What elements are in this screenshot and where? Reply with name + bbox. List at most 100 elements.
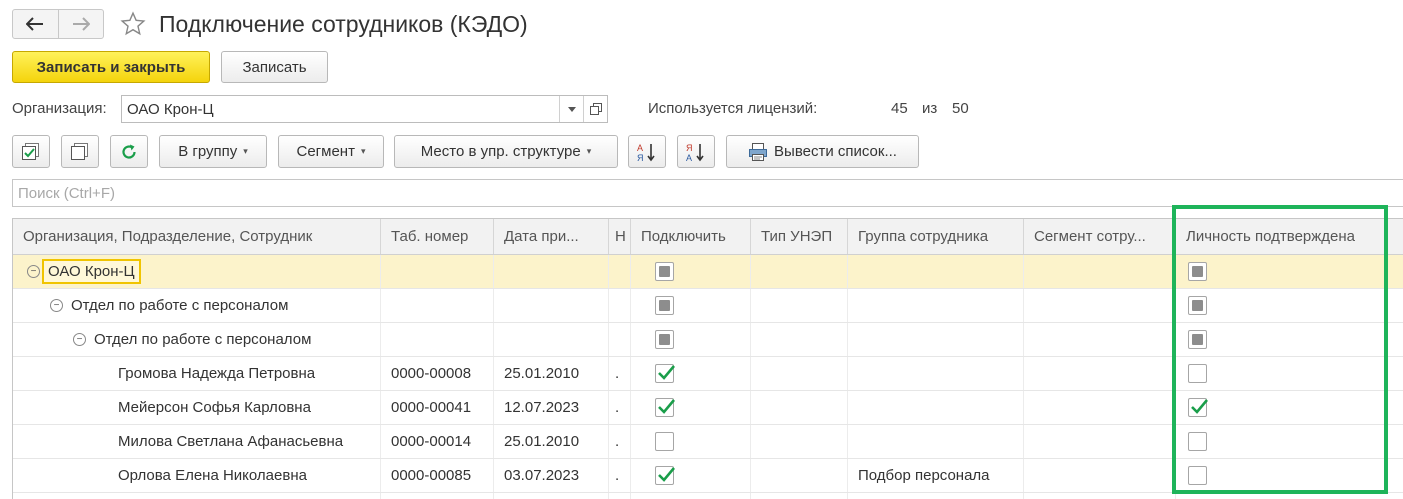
- n-cell: [609, 255, 631, 288]
- empty-cell: [751, 493, 848, 499]
- chevron-down-icon: ▾: [586, 146, 592, 156]
- column-header-segment[interactable]: Сегмент сотру...: [1024, 219, 1176, 254]
- organization-field[interactable]: ОАО Крон-Ц: [121, 95, 608, 123]
- identity-checkbox[interactable]: [1188, 330, 1207, 349]
- identity-cell: [1176, 357, 1403, 390]
- empty-cell: [848, 493, 1024, 499]
- column-header-name[interactable]: Организация, Подразделение, Сотрудник: [13, 219, 381, 254]
- signature-type-cell: [751, 323, 848, 356]
- checkmark-icon: [658, 467, 675, 482]
- segment-cell: [1024, 255, 1176, 288]
- table-row[interactable]: Громова Надежда Петровна 0000-00008 25.0…: [13, 357, 1403, 391]
- back-button[interactable]: [13, 10, 58, 38]
- identity-checkbox[interactable]: [1188, 262, 1207, 281]
- connect-checkbox[interactable]: [655, 364, 675, 383]
- group-cell: [848, 255, 1024, 288]
- chevron-down-icon: ▾: [360, 146, 366, 156]
- open-button[interactable]: [583, 96, 607, 122]
- identity-checkbox[interactable]: [1188, 466, 1207, 485]
- table-row[interactable]: Милова Светлана Афанасьевна 0000-00014 2…: [13, 425, 1403, 459]
- date-cell: 03.07.2023: [494, 459, 609, 492]
- empty-cell: [631, 493, 751, 499]
- dropdown-button[interactable]: [559, 96, 583, 122]
- arrow-right-icon: [72, 17, 90, 31]
- date-cell: [494, 323, 609, 356]
- column-header-tab-number[interactable]: Таб. номер: [381, 219, 494, 254]
- identity-checkbox[interactable]: [1188, 432, 1207, 451]
- connect-cell: [631, 425, 751, 458]
- licenses-label: Используется лицензий:: [648, 100, 818, 117]
- identity-checkbox[interactable]: [1188, 398, 1208, 417]
- organization-label: Организация:: [12, 100, 107, 117]
- check-all-button[interactable]: [12, 135, 50, 168]
- forward-button[interactable]: [57, 10, 104, 38]
- column-header-connect[interactable]: Подключить: [631, 219, 751, 254]
- column-header-employee-group[interactable]: Группа сотрудника: [848, 219, 1024, 254]
- column-header-signature-type[interactable]: Тип УНЭП: [751, 219, 848, 254]
- signature-type-cell: [751, 357, 848, 390]
- collapse-icon[interactable]: −: [27, 265, 40, 278]
- date-cell: 25.01.2010: [494, 425, 609, 458]
- sort-ascending-button[interactable]: АЯ: [628, 135, 666, 168]
- table-row[interactable]: − Отдел по работе с персоналом: [13, 289, 1403, 323]
- save-button[interactable]: Записать: [221, 51, 328, 83]
- group-cell: [848, 357, 1024, 390]
- print-list-button[interactable]: Вывести список...: [726, 135, 919, 168]
- uncheck-all-icon: [71, 142, 88, 160]
- connect-cell: [631, 289, 751, 322]
- identity-checkbox[interactable]: [1188, 364, 1207, 383]
- column-header-identity-confirmed[interactable]: Личность подтверждена: [1176, 219, 1403, 254]
- segment-label: Сегмент: [296, 143, 355, 160]
- employee-name-cell: Орлова Елена Николаевна: [13, 459, 381, 492]
- to-group-button[interactable]: В группу ▾: [159, 135, 267, 168]
- open-window-icon: [589, 103, 602, 115]
- segment-cell: [1024, 289, 1176, 322]
- connect-checkbox[interactable]: [655, 330, 674, 349]
- save-and-close-button[interactable]: Записать и закрыть: [12, 51, 210, 83]
- checkmark-icon: [1191, 399, 1208, 414]
- connect-cell: [631, 391, 751, 424]
- table-row[interactable]: Мейерсон Софья Карловна 0000-00041 12.07…: [13, 391, 1403, 425]
- collapse-icon[interactable]: −: [50, 299, 63, 312]
- licenses-total: 50: [952, 100, 969, 117]
- column-header-date[interactable]: Дата при...: [494, 219, 609, 254]
- table-row[interactable]: Орлова Елена Николаевна 0000-00085 03.07…: [13, 459, 1403, 493]
- connect-checkbox[interactable]: [655, 262, 674, 281]
- connect-checkbox[interactable]: [655, 398, 675, 417]
- employee-name-cell: Мейерсон Софья Карловна: [13, 391, 381, 424]
- date-cell: 12.07.2023: [494, 391, 609, 424]
- date-cell: 25.01.2010: [494, 357, 609, 390]
- favorite-star-icon[interactable]: [118, 9, 148, 39]
- table-row[interactable]: − ОАО Крон-Ц: [13, 255, 1403, 289]
- segment-cell: [1024, 425, 1176, 458]
- date-cell: [494, 289, 609, 322]
- n-cell: .: [609, 391, 631, 424]
- collapse-icon[interactable]: −: [73, 333, 86, 346]
- identity-cell: [1176, 255, 1403, 288]
- n-cell: [609, 289, 631, 322]
- licenses-separator: из: [922, 100, 938, 117]
- navigation-buttons: [12, 9, 104, 39]
- search-input[interactable]: [18, 184, 1403, 202]
- table-header: Организация, Подразделение, Сотрудник Та…: [13, 219, 1403, 255]
- column-header-n[interactable]: Н: [609, 219, 631, 254]
- table-row[interactable]: − Отдел по работе с персоналом: [13, 323, 1403, 357]
- identity-cell: [1176, 459, 1403, 492]
- tab-number-cell: [381, 323, 494, 356]
- refresh-button[interactable]: [110, 135, 148, 168]
- connect-checkbox[interactable]: [655, 466, 675, 485]
- connect-checkbox[interactable]: [655, 432, 674, 451]
- uncheck-all-button[interactable]: [61, 135, 99, 168]
- sort-descending-button[interactable]: ЯА: [677, 135, 715, 168]
- segment-button[interactable]: Сегмент ▾: [278, 135, 384, 168]
- employee-name-cell: Громова Надежда Петровна: [13, 357, 381, 390]
- connect-checkbox[interactable]: [655, 296, 674, 315]
- place-in-structure-button[interactable]: Место в упр. структуре ▾: [394, 135, 618, 168]
- n-cell: .: [609, 425, 631, 458]
- organization-value: ОАО Крон-Ц: [127, 100, 214, 118]
- tab-number-cell: [381, 255, 494, 288]
- empty-cell: [381, 493, 494, 499]
- chevron-down-icon: [567, 106, 576, 112]
- identity-checkbox[interactable]: [1188, 296, 1207, 315]
- identity-cell: [1176, 289, 1403, 322]
